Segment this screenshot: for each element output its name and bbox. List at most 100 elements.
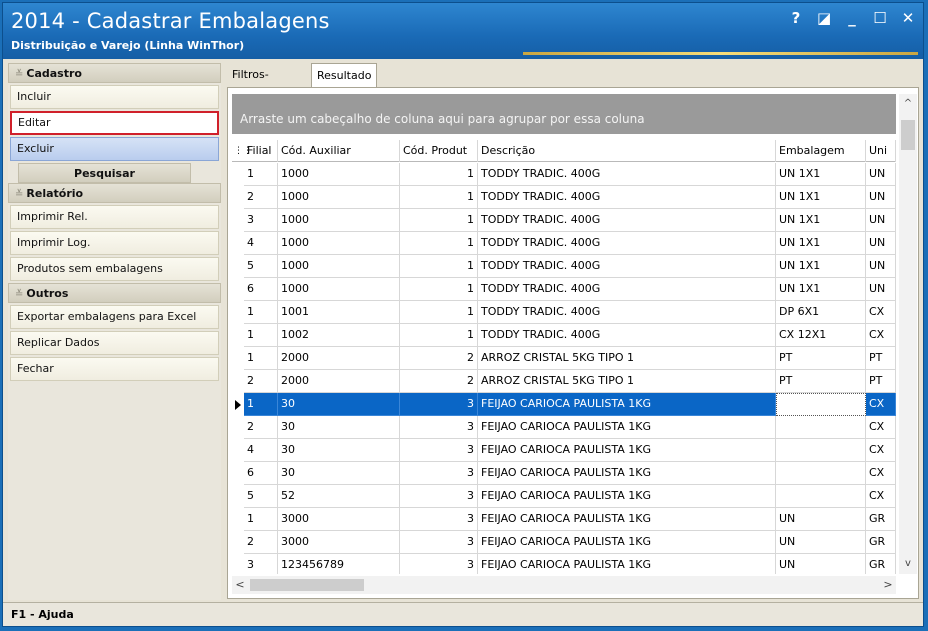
table-row[interactable]: 1 1000 1 TODDY TRADIC. 400G UN 1X1 UN bbox=[232, 163, 896, 186]
pesquisar-button[interactable]: Pesquisar bbox=[18, 163, 191, 183]
cell-cod-aux[interactable]: 1000 bbox=[278, 255, 400, 278]
cell-embalagem[interactable] bbox=[776, 462, 866, 485]
cell-cod-aux[interactable]: 30 bbox=[278, 462, 400, 485]
cell-cod-aux[interactable]: 123456789 bbox=[278, 554, 400, 574]
cell-embalagem[interactable] bbox=[776, 439, 866, 462]
cell-descricao[interactable]: FEIJAO CARIOCA PAULISTA 1KG bbox=[478, 416, 776, 439]
table-row[interactable]: 6 1000 1 TODDY TRADIC. 400G UN 1X1 UN bbox=[232, 278, 896, 301]
table-row[interactable]: 4 1000 1 TODDY TRADIC. 400G UN 1X1 UN bbox=[232, 232, 896, 255]
cell-cod-aux[interactable]: 1001 bbox=[278, 301, 400, 324]
row-indicator[interactable] bbox=[232, 554, 244, 574]
cell-descricao[interactable]: TODDY TRADIC. 400G bbox=[478, 278, 776, 301]
incluir-button[interactable]: Incluir bbox=[10, 85, 219, 109]
cell-embalagem[interactable] bbox=[776, 416, 866, 439]
cell-uni[interactable]: CX bbox=[866, 485, 896, 508]
cell-filial[interactable]: 2 bbox=[244, 416, 278, 439]
table-row[interactable]: 1 3000 3 FEIJAO CARIOCA PAULISTA 1KG UN GR bbox=[232, 508, 896, 531]
cell-uni[interactable]: GR bbox=[866, 554, 896, 574]
cell-cod-aux[interactable]: 3000 bbox=[278, 508, 400, 531]
cell-descricao[interactable]: TODDY TRADIC. 400G bbox=[478, 209, 776, 232]
cell-descricao[interactable]: FEIJAO CARIOCA PAULISTA 1KG bbox=[478, 393, 776, 416]
cell-uni[interactable]: UN bbox=[866, 255, 896, 278]
cell-uni[interactable]: CX bbox=[866, 393, 896, 416]
group-outros[interactable]: ≚ Outros bbox=[8, 283, 221, 303]
cell-descricao[interactable]: ARROZ CRISTAL 5KG TIPO 1 bbox=[478, 370, 776, 393]
hscroll-thumb[interactable] bbox=[250, 579, 364, 591]
help-icon[interactable]: ? bbox=[789, 9, 803, 27]
row-indicator[interactable] bbox=[232, 439, 244, 462]
close-icon[interactable]: ✕ bbox=[901, 9, 915, 27]
table-row[interactable]: 1 30 3 FEIJAO CARIOCA PAULISTA 1KG CX bbox=[232, 393, 896, 416]
row-indicator[interactable] bbox=[232, 416, 244, 439]
scroll-thumb[interactable] bbox=[901, 120, 915, 150]
row-indicator[interactable] bbox=[232, 255, 244, 278]
cell-embalagem[interactable]: DP 6X1 bbox=[776, 301, 866, 324]
row-indicator[interactable] bbox=[232, 209, 244, 232]
cell-cod-aux[interactable]: 1002 bbox=[278, 324, 400, 347]
imprimir-rel-button[interactable]: Imprimir Rel. bbox=[10, 205, 219, 229]
cell-filial[interactable]: 5 bbox=[244, 255, 278, 278]
cell-embalagem[interactable]: PT bbox=[776, 370, 866, 393]
cell-cod-prod[interactable]: 3 bbox=[400, 485, 478, 508]
cell-filial[interactable]: 4 bbox=[244, 439, 278, 462]
cell-cod-prod[interactable]: 2 bbox=[400, 370, 478, 393]
cell-descricao[interactable]: TODDY TRADIC. 400G bbox=[478, 186, 776, 209]
vertical-scrollbar[interactable]: ^ v bbox=[899, 94, 917, 574]
cell-embalagem[interactable]: UN 1X1 bbox=[776, 186, 866, 209]
cell-embalagem[interactable]: UN bbox=[776, 508, 866, 531]
cell-cod-aux[interactable]: 1000 bbox=[278, 278, 400, 301]
scroll-down-icon[interactable]: v bbox=[899, 556, 917, 572]
col-header-filial[interactable]: Filial bbox=[244, 140, 278, 162]
cell-descricao[interactable]: ARROZ CRISTAL 5KG TIPO 1 bbox=[478, 347, 776, 370]
cell-cod-aux[interactable]: 30 bbox=[278, 439, 400, 462]
cell-cod-prod[interactable]: 3 bbox=[400, 462, 478, 485]
table-row[interactable]: 2 3000 3 FEIJAO CARIOCA PAULISTA 1KG UN GR bbox=[232, 531, 896, 554]
row-indicator[interactable] bbox=[232, 462, 244, 485]
cell-embalagem[interactable]: UN 1X1 bbox=[776, 255, 866, 278]
cell-cod-prod[interactable]: 1 bbox=[400, 186, 478, 209]
maximize-icon[interactable]: ☐ bbox=[873, 9, 887, 27]
cell-cod-aux[interactable]: 30 bbox=[278, 393, 400, 416]
cell-descricao[interactable]: FEIJAO CARIOCA PAULISTA 1KG bbox=[478, 439, 776, 462]
cell-cod-prod[interactable]: 1 bbox=[400, 232, 478, 255]
scroll-up-icon[interactable]: ^ bbox=[899, 96, 917, 112]
table-row[interactable]: 2 30 3 FEIJAO CARIOCA PAULISTA 1KG CX bbox=[232, 416, 896, 439]
cell-cod-prod[interactable]: 3 bbox=[400, 508, 478, 531]
cell-filial[interactable]: 6 bbox=[244, 462, 278, 485]
cell-cod-prod[interactable]: 2 bbox=[400, 347, 478, 370]
cell-cod-aux[interactable]: 1000 bbox=[278, 209, 400, 232]
row-indicator[interactable] bbox=[232, 324, 244, 347]
cell-filial[interactable]: 1 bbox=[244, 163, 278, 186]
cell-cod-aux[interactable]: 1000 bbox=[278, 186, 400, 209]
cell-uni[interactable]: UN bbox=[866, 209, 896, 232]
cell-descricao[interactable]: FEIJAO CARIOCA PAULISTA 1KG bbox=[478, 462, 776, 485]
replicar-dados-button[interactable]: Replicar Dados bbox=[10, 331, 219, 355]
row-indicator[interactable] bbox=[232, 186, 244, 209]
table-row[interactable]: 2 2000 2 ARROZ CRISTAL 5KG TIPO 1 PT PT bbox=[232, 370, 896, 393]
cell-filial[interactable]: 6 bbox=[244, 278, 278, 301]
cell-descricao[interactable]: FEIJAO CARIOCA PAULISTA 1KG bbox=[478, 485, 776, 508]
cell-cod-prod[interactable]: 3 bbox=[400, 393, 478, 416]
tab-filtros[interactable]: Filtros-F5 bbox=[227, 65, 274, 101]
group-cadastro[interactable]: ≚ Cadastro bbox=[8, 63, 221, 83]
cell-uni[interactable]: CX bbox=[866, 301, 896, 324]
cell-embalagem[interactable]: UN 1X1 bbox=[776, 278, 866, 301]
cell-uni[interactable]: GR bbox=[866, 531, 896, 554]
cell-cod-prod[interactable]: 3 bbox=[400, 554, 478, 574]
fechar-button[interactable]: Fechar bbox=[10, 357, 219, 381]
excluir-button[interactable]: Excluir bbox=[10, 137, 219, 161]
cell-cod-aux[interactable]: 3000 bbox=[278, 531, 400, 554]
cell-cod-aux[interactable]: 1000 bbox=[278, 163, 400, 186]
table-row[interactable]: 1 1001 1 TODDY TRADIC. 400G DP 6X1 CX bbox=[232, 301, 896, 324]
cell-descricao[interactable]: TODDY TRADIC. 400G bbox=[478, 255, 776, 278]
cell-cod-aux[interactable]: 52 bbox=[278, 485, 400, 508]
cell-uni[interactable]: UN bbox=[866, 163, 896, 186]
cell-cod-aux[interactable]: 2000 bbox=[278, 370, 400, 393]
cell-filial[interactable]: 3 bbox=[244, 554, 278, 574]
cell-uni[interactable]: CX bbox=[866, 416, 896, 439]
horizontal-scrollbar[interactable]: < > bbox=[232, 576, 896, 594]
row-indicator[interactable] bbox=[232, 370, 244, 393]
cell-descricao[interactable]: FEIJAO CARIOCA PAULISTA 1KG bbox=[478, 531, 776, 554]
cell-descricao[interactable]: TODDY TRADIC. 400G bbox=[478, 232, 776, 255]
cell-cod-aux[interactable]: 30 bbox=[278, 416, 400, 439]
